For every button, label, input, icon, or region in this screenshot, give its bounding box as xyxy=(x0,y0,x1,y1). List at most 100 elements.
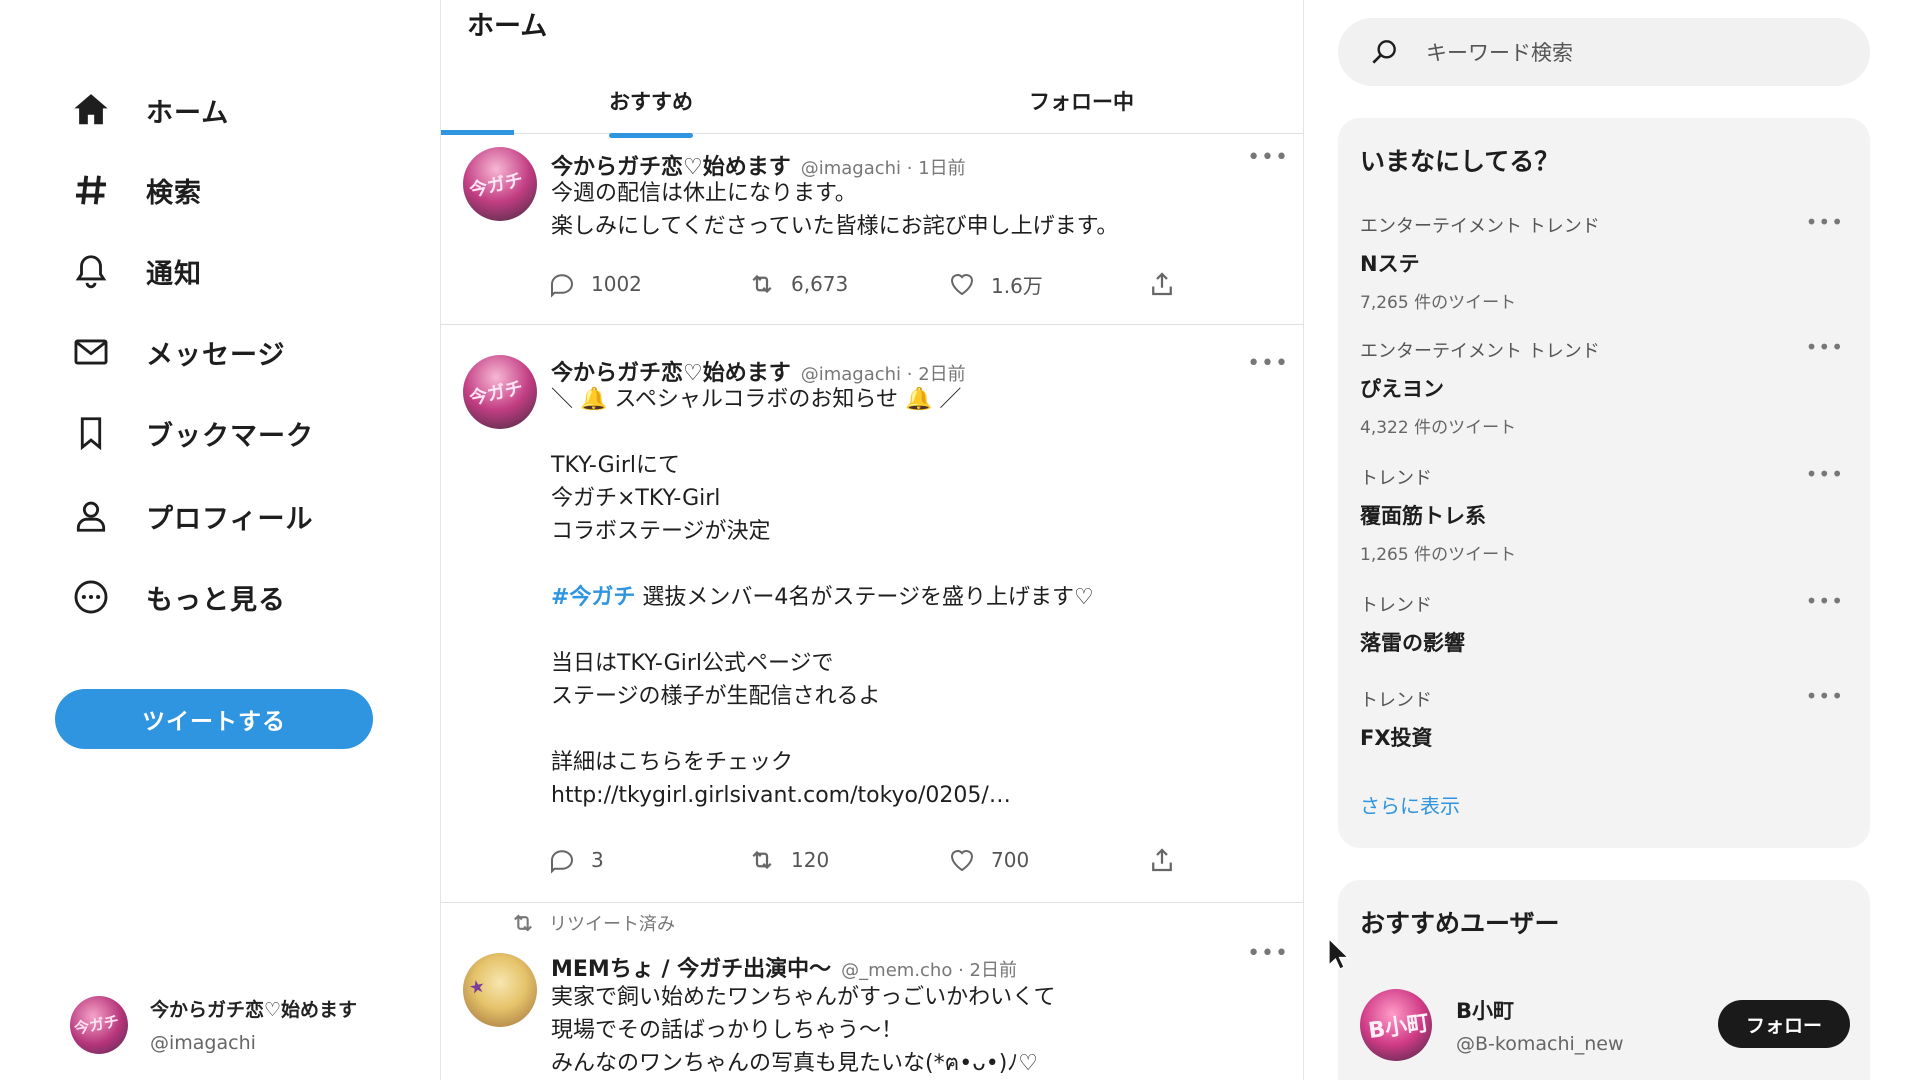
avatar-logo: 今ガチ xyxy=(467,169,525,202)
tweet-actions: 3 120 700 xyxy=(547,845,1187,879)
avatar[interactable]: 今ガチ xyxy=(463,355,537,429)
more-options-icon[interactable]: ••• xyxy=(1247,145,1289,170)
tweet-header: MEMちょ / 今ガチ出演中～ @_mem.cho · 2日前 xyxy=(551,951,1017,983)
show-more-link[interactable]: さらに表示 xyxy=(1360,790,1460,819)
like-count: 1.6万 xyxy=(991,273,1043,298)
share-button[interactable] xyxy=(1147,269,1191,299)
share-icon xyxy=(1152,848,1172,872)
nav-label: プロフィール xyxy=(146,503,314,535)
tweet-line: TKY-Girlにて xyxy=(551,453,680,478)
nav-label: 検索 xyxy=(146,177,202,209)
tab-following[interactable]: フォロー中 xyxy=(1029,86,1134,116)
search-input[interactable]: キーワード検索 xyxy=(1338,18,1870,86)
more-options-icon[interactable]: ••• xyxy=(1806,684,1844,708)
trends-title: いまなにしてる？ xyxy=(1360,147,1560,176)
tweet[interactable]: リツイート済み ★ MEMちょ / 今ガチ出演中～ @_mem.cho · 2日… xyxy=(441,903,1303,1080)
like-button[interactable]: 1.6万 xyxy=(947,269,1043,299)
search-placeholder: キーワード検索 xyxy=(1426,41,1573,65)
left-navigation: ホーム 検索 通知 メッセージ ブックマーク プロフィール もっと見る ツイート… xyxy=(0,0,440,1080)
retweet-count: 6,673 xyxy=(791,272,849,296)
retweeted-text: リツイート済み xyxy=(549,914,675,935)
nav-item-search[interactable]: 検索 xyxy=(70,162,202,218)
tweet-line: ステージの様子が生配信されるよ xyxy=(551,684,881,709)
nav-item-bookmarks[interactable]: ブックマーク xyxy=(70,405,314,461)
trend-count: 1,265 件のツイート xyxy=(1360,545,1517,565)
trend-item[interactable]: トレンド FX投資 ••• xyxy=(1360,684,1850,752)
nav-label: ホーム xyxy=(146,97,230,129)
mouse-cursor-icon xyxy=(1328,938,1350,970)
reply-button[interactable]: 3 xyxy=(547,845,604,875)
trend-item[interactable]: エンターテイメント トレンド Nステ 7,265 件のツイート ••• xyxy=(1360,210,1850,313)
more-options-icon[interactable]: ••• xyxy=(1806,210,1844,234)
trend-item[interactable]: トレンド 落雷の影響 ••• xyxy=(1360,589,1850,657)
tweet-line xyxy=(551,614,1271,647)
nav-item-notifications[interactable]: 通知 xyxy=(70,243,202,299)
nav-item-profile[interactable]: プロフィール xyxy=(70,488,313,544)
trend-category: トレンド xyxy=(1360,690,1432,711)
retweet-button[interactable]: 6,673 xyxy=(747,269,848,299)
share-icon xyxy=(1152,272,1172,296)
retweet-icon xyxy=(752,274,772,294)
nav-label: ブックマーク xyxy=(146,420,314,452)
follow-button[interactable]: フォロー xyxy=(1718,1000,1850,1048)
tweet-line xyxy=(551,416,1271,449)
tweet[interactable]: 今ガチ 今からガチ恋♡始めます @imagachi · 1日前 ••• 今週の配… xyxy=(441,135,1303,325)
tweet-line: みんなのワンちゃんの写真も見たいな(*ฅ•ᴗ•)ﾉ♡ xyxy=(551,1051,1039,1076)
tweet-link[interactable]: http://tkygirl.girlsivant.com/tokyo/0205… xyxy=(551,779,1271,812)
more-circle-icon xyxy=(70,576,112,618)
tweet-text: 実家で飼い始めたワンちゃんがすっごいかわいくて 現場でその話ばっかりしちゃう～！… xyxy=(551,981,1271,1080)
trend-count: 4,322 件のツイート xyxy=(1360,418,1517,438)
user-handle: @B-komachi_new xyxy=(1456,1033,1624,1055)
more-options-icon[interactable]: ••• xyxy=(1806,335,1844,359)
hashtag-text: 選抜メンバー4名がステージを盛り上げます♡ xyxy=(635,585,1094,610)
tweet-line-hashtag: #今ガチ 選抜メンバー4名がステージを盛り上げます♡ xyxy=(551,581,1271,614)
trend-category: トレンド xyxy=(1360,468,1432,489)
right-sidebar: キーワード検索 いまなにしてる？ エンターテイメント トレンド Nステ 7,26… xyxy=(1304,0,1920,1080)
tweet-line xyxy=(551,713,1271,746)
avatar-logo: ★ xyxy=(466,975,488,1000)
trend-category: トレンド xyxy=(1360,595,1432,616)
nav-item-home[interactable]: ホーム xyxy=(70,82,229,138)
more-options-icon[interactable]: ••• xyxy=(1806,589,1844,613)
account-handle: @imagachi xyxy=(150,1032,256,1054)
timeline-column: ホーム おすすめ フォロー中 今ガチ 今からガチ恋♡始めます @imagachi… xyxy=(440,0,1304,1080)
tweet-line: 詳細はこちらをチェック xyxy=(551,750,794,775)
nav-item-messages[interactable]: メッセージ xyxy=(70,324,285,380)
more-options-icon[interactable]: ••• xyxy=(1247,351,1289,376)
heart-icon xyxy=(950,850,974,872)
hashtag-link[interactable]: #今ガチ xyxy=(551,585,635,610)
tweet[interactable]: 今ガチ 今からガチ恋♡始めます @imagachi · 2日前 ••• ＼ 🔔 … xyxy=(441,325,1303,903)
tweet-line: ＼ 🔔 スペシャルコラボのお知らせ 🔔 ／ xyxy=(551,387,962,412)
trend-category: エンターテイメント トレンド xyxy=(1360,216,1600,237)
more-options-icon[interactable]: ••• xyxy=(1806,462,1844,486)
retweet-button[interactable]: 120 xyxy=(747,845,829,875)
tweet-author-name[interactable]: MEMちょ / 今ガチ出演中～ xyxy=(551,951,831,983)
avatar: B小町 xyxy=(1360,989,1432,1061)
more-options-icon[interactable]: ••• xyxy=(1247,941,1289,966)
tweet-line: 当日はTKY-Girl公式ページで xyxy=(551,651,834,676)
trend-item[interactable]: エンターテイメント トレンド ぴえヨン 4,322 件のツイート ••• xyxy=(1360,335,1850,438)
trend-title: 落雷の影響 xyxy=(1360,631,1465,655)
like-button[interactable]: 700 xyxy=(947,845,1029,875)
reply-icon xyxy=(551,274,574,298)
tweet-line: コラボステージが決定 xyxy=(551,519,771,544)
mail-icon xyxy=(70,331,112,373)
nav-item-more[interactable]: もっと見る xyxy=(70,569,286,625)
bell-icon xyxy=(70,250,112,292)
recommended-user[interactable]: B小町 B小町 @B-komachi_new フォロー xyxy=(1360,988,1850,1062)
tweet-button[interactable]: ツイートする xyxy=(55,689,373,749)
like-count: 700 xyxy=(991,848,1030,872)
timeline-tabs: おすすめ フォロー中 xyxy=(441,72,1303,138)
trend-title: FX投資 xyxy=(1360,726,1433,750)
reply-button[interactable]: 1002 xyxy=(547,269,642,299)
trend-item[interactable]: トレンド 覆面筋トレ系 1,265 件のツイート ••• xyxy=(1360,462,1850,565)
trend-title: ぴえヨン xyxy=(1360,377,1444,401)
tab-recommended[interactable]: おすすめ xyxy=(609,86,693,138)
recommended-users-title: おすすめユーザー xyxy=(1360,909,1560,938)
tweet-line xyxy=(551,548,1271,581)
share-button[interactable] xyxy=(1147,845,1191,875)
avatar[interactable]: 今ガチ xyxy=(463,147,537,221)
avatar: 今ガチ xyxy=(70,995,128,1054)
avatar[interactable]: ★ xyxy=(463,953,537,1027)
account-switcher[interactable]: 今ガチ 今からガチ恋♡始めます @imagachi xyxy=(70,995,357,1054)
